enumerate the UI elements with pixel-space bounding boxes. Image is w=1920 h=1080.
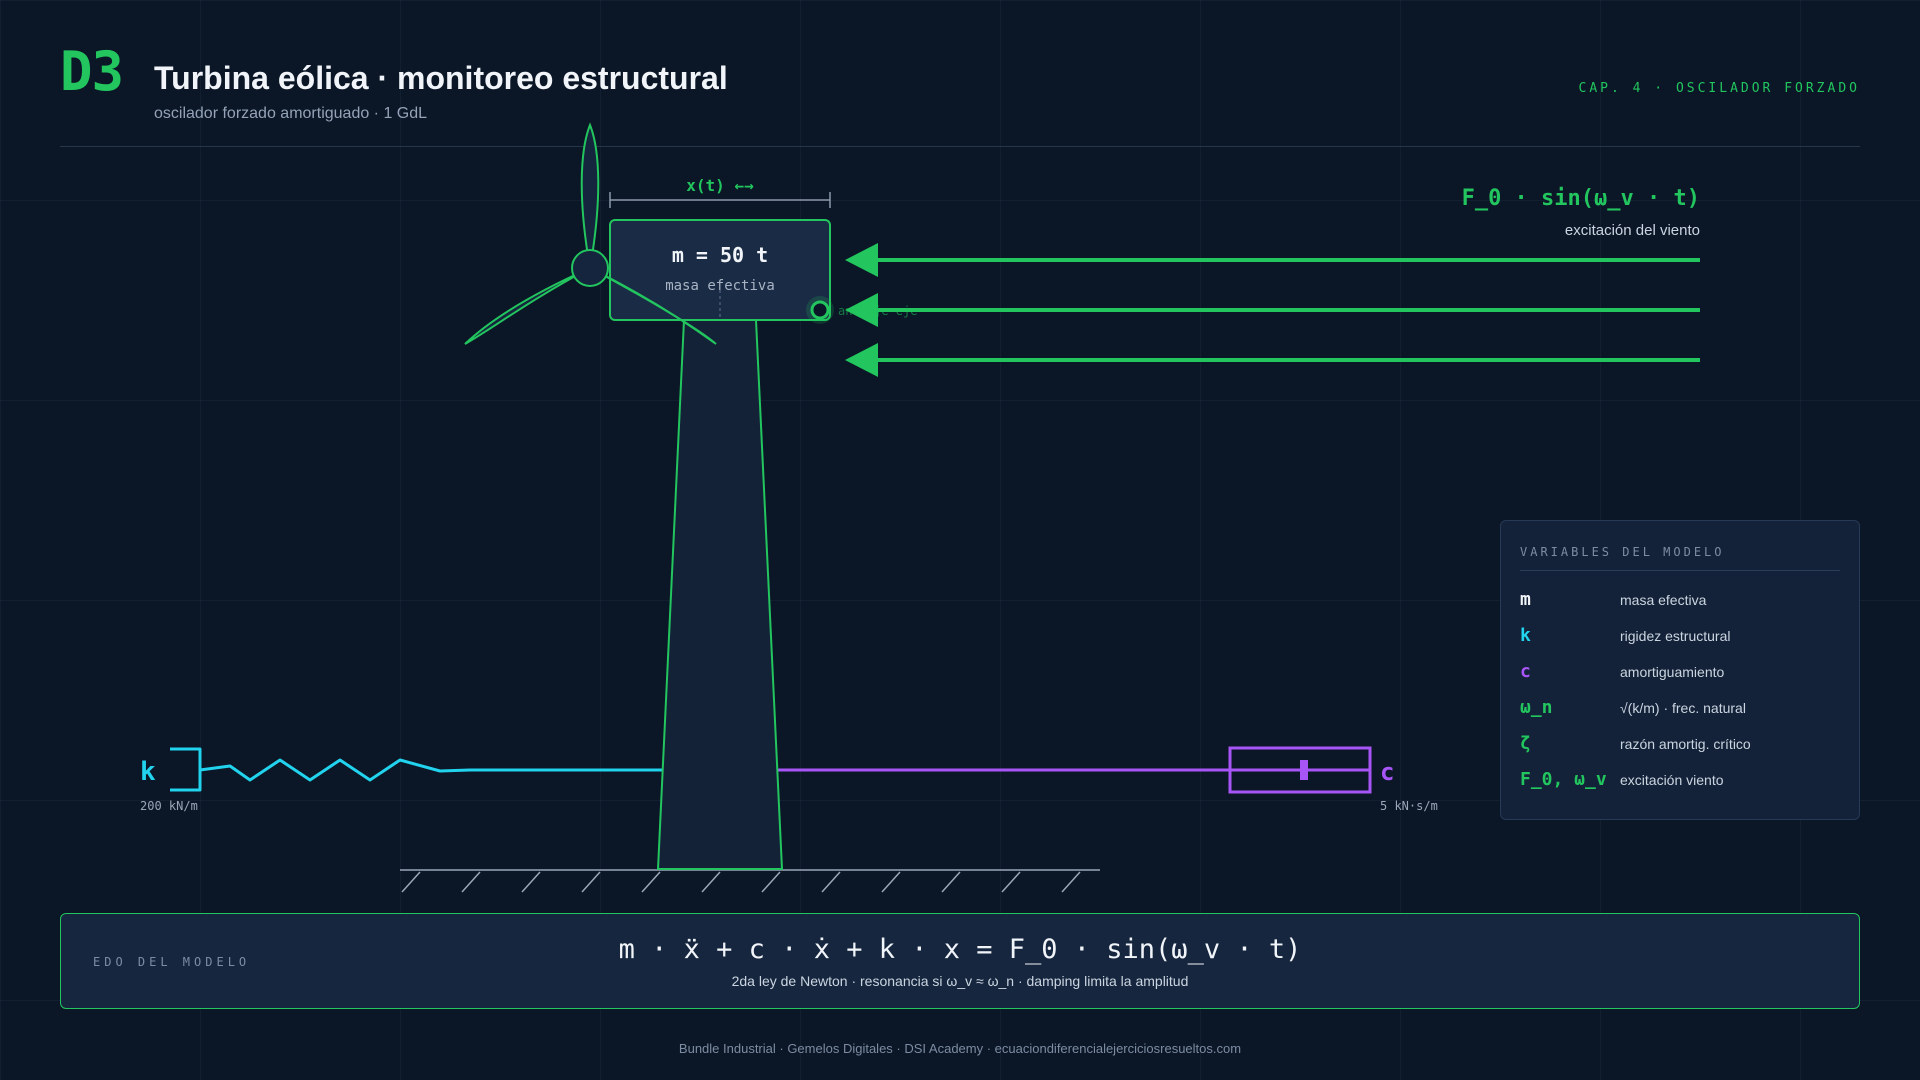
variable-description: rigidez estructural bbox=[1620, 628, 1731, 644]
variable-symbol: m bbox=[1520, 589, 1531, 610]
hub-label: anclaje eje bbox=[838, 304, 917, 318]
tower bbox=[656, 319, 784, 870]
damper-value: 5 kN·s/m bbox=[1380, 799, 1438, 813]
variable-description: amortiguamiento bbox=[1620, 664, 1725, 680]
variable-symbol: c bbox=[1520, 661, 1531, 682]
damper-element bbox=[778, 746, 1372, 794]
wind-force-label: F_0 · sin(ω_v · t) bbox=[1461, 186, 1700, 211]
damper-symbol: c bbox=[1380, 758, 1394, 786]
ground-hatch bbox=[400, 869, 1100, 893]
equation-main: m · ẍ + c · ẋ + k · x = F_0 · sin(ω_v · … bbox=[618, 934, 1302, 965]
spring-element bbox=[170, 747, 665, 792]
variable-row-k: k rigidez estructural bbox=[1520, 625, 1850, 649]
spring-symbol: k bbox=[140, 757, 156, 787]
variable-symbol: k bbox=[1520, 625, 1531, 646]
equation-caption: 2da ley de Newton · resonancia si ω_v ≈ … bbox=[731, 973, 1189, 989]
footer-credits: Bundle Industrial · Gemelos Digitales · … bbox=[678, 1041, 1242, 1056]
variable-symbol: F_0, ω_v bbox=[1520, 769, 1607, 790]
equation-box: EDO DEL MODELO m · ẍ + c · ẋ + k · x = F… bbox=[60, 913, 1860, 1009]
displacement-label: x(t) ←→ bbox=[686, 176, 754, 195]
variable-description: √(k/m) · frec. natural bbox=[1620, 700, 1746, 716]
hub-anchor bbox=[806, 296, 834, 324]
variables-panel: VARIABLES DEL MODELO m masa efectiva k r… bbox=[1500, 520, 1860, 820]
variable-symbol: ω_n bbox=[1520, 697, 1553, 718]
panel-divider bbox=[1520, 570, 1840, 571]
variable-description: razón amortig. crítico bbox=[1620, 736, 1751, 752]
wind-force-caption: excitación del viento bbox=[1564, 222, 1700, 239]
variable-description: masa efectiva bbox=[1620, 592, 1707, 608]
mass-value: m = 50 t bbox=[672, 243, 768, 267]
wind-arrows bbox=[845, 243, 1700, 377]
variable-row-c: c amortiguamiento bbox=[1520, 661, 1850, 685]
variable-row-m: m masa efectiva bbox=[1520, 589, 1850, 613]
spring-value: 200 kN/m bbox=[140, 799, 198, 813]
variable-row-wn: ω_n √(k/m) · frec. natural bbox=[1520, 697, 1850, 721]
panel-title: VARIABLES DEL MODELO bbox=[1520, 545, 1725, 559]
variable-description: excitación viento bbox=[1620, 772, 1724, 788]
variable-symbol: ζ bbox=[1520, 733, 1531, 754]
variable-row-zeta: ζ razón amortig. crítico bbox=[1520, 733, 1850, 757]
variable-row-forcing: F_0, ω_v excitación viento bbox=[1520, 769, 1850, 793]
mass-caption: masa efectiva bbox=[665, 278, 775, 294]
